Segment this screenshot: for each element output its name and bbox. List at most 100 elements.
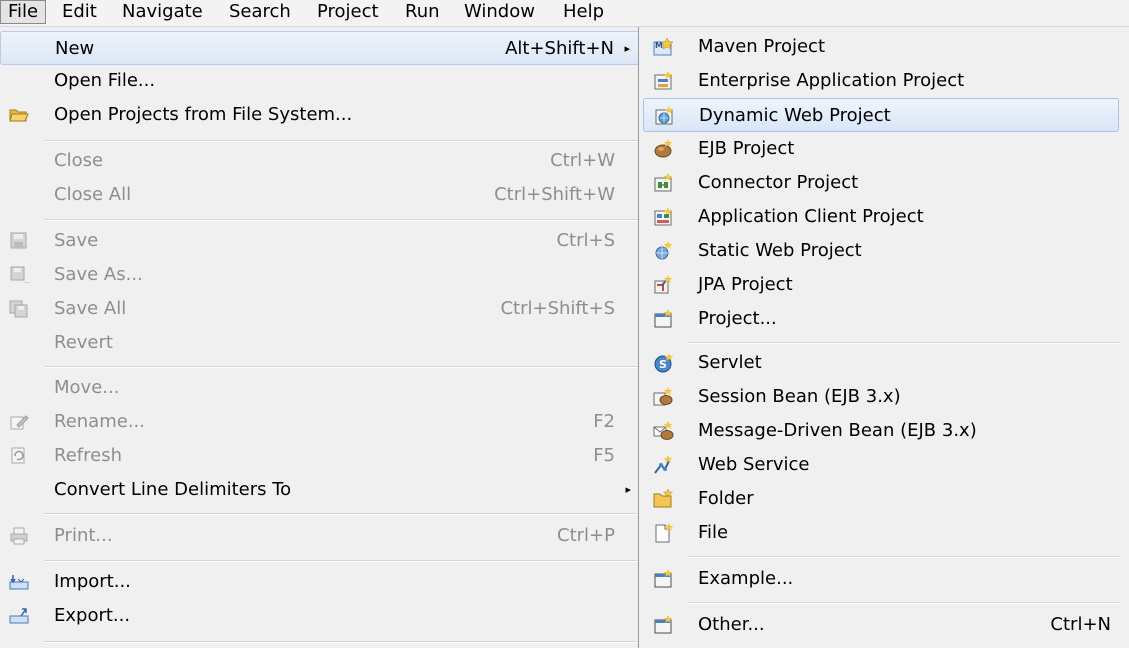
submenu-item-label: JPA Project [698,274,793,295]
menu-separator [44,513,640,515]
menu-item-label: Close [54,150,104,171]
submenu-item-static-web-project[interactable]: Static Web Project [643,234,1119,268]
example-icon [653,569,675,589]
project-icon [653,309,675,329]
submenu-item-jpa-project[interactable]: JPA Project [643,268,1119,302]
submenu-item-label: Static Web Project [698,240,862,261]
menu-item-print[interactable]: Print... Ctrl+P [0,519,640,553]
submenu-item-project[interactable]: Project... [643,302,1119,336]
menu-item-convert-line-delimiters[interactable]: Convert Line Delimiters To ▸ [0,473,640,507]
menu-item-label: New [55,38,95,59]
submenu-item-label: Connector Project [698,172,859,193]
folder-open-icon [9,106,29,124]
submenu-item-message-driven-bean[interactable]: Message-Driven Bean (EJB 3.x) [643,414,1119,448]
menu-item-accelerator: Ctrl+W [550,150,615,171]
menu-item-open-projects[interactable]: Open Projects from File System... [0,98,640,132]
submenu-item-servlet[interactable]: S Servlet [643,346,1119,380]
other-wizard-icon [653,615,675,635]
menu-item-accelerator: Alt+Shift+N [505,38,614,59]
submenu-item-maven-project[interactable]: M Maven Project [643,30,1119,64]
static-web-project-icon [653,241,675,261]
menu-file[interactable]: File [0,0,47,24]
submenu-item-label: EJB Project [698,138,795,159]
menu-item-rename[interactable]: Rename... F2 [0,405,640,439]
menu-edit[interactable]: Edit [55,0,104,24]
submenu-item-folder[interactable]: Folder [643,482,1119,516]
submenu-item-app-client-project[interactable]: Application Client Project [643,200,1119,234]
menu-item-save-as[interactable]: ... Save As... [0,258,640,292]
menu-item-export[interactable]: Export... [0,599,640,633]
menu-item-open-file[interactable]: Open File... [0,64,640,98]
submenu-item-web-service[interactable]: Web Service [643,448,1119,482]
submenu-item-file[interactable]: File [643,516,1119,550]
submenu-item-label: Project... [698,308,777,329]
submenu-item-connector-project[interactable]: Connector Project [643,166,1119,200]
menu-item-close[interactable]: Close Ctrl+W [0,144,640,178]
menu-item-revert[interactable]: Revert [0,326,640,360]
enterprise-app-project-icon [653,71,675,91]
submenu-item-label: File [698,522,729,543]
menu-item-accelerator: Ctrl+N [1050,614,1111,635]
dynamic-web-project-icon [654,106,676,126]
submenu-arrow-icon: ▸ [625,483,631,496]
menu-item-label: Revert [54,332,113,353]
submenu-arrow-icon: ▸ [624,42,630,55]
submenu-item-dynamic-web-project[interactable]: Dynamic Web Project [643,98,1119,132]
menu-separator [687,556,1120,558]
submenu-item-example[interactable]: Example... [643,562,1119,596]
menu-item-refresh[interactable]: Refresh F5 [0,439,640,473]
print-icon [9,527,29,545]
menu-item-save-all[interactable]: Save All Ctrl+Shift+S [0,292,640,326]
new-submenu: M Maven Project Enterprise Application P… [638,27,1129,648]
svg-text:...: ... [23,277,29,284]
submenu-item-other[interactable]: Other... Ctrl+N [643,608,1119,642]
menu-item-close-all[interactable]: Close All Ctrl+Shift+W [0,178,640,212]
menu-separator [44,140,640,142]
import-icon [9,573,29,591]
menu-window[interactable]: Window [457,0,542,24]
maven-project-icon: M [653,37,675,57]
web-service-icon [653,455,675,475]
menu-project[interactable]: Project [310,0,386,24]
submenu-item-enterprise-app-project[interactable]: Enterprise Application Project [643,64,1119,98]
menu-separator [44,219,640,221]
menu-bar: File Edit Navigate Search Project Run Wi… [0,0,1129,27]
menu-separator [44,366,640,368]
menu-item-new[interactable]: New Alt+Shift+N ▸ [0,31,640,65]
save-icon [9,232,29,250]
message-driven-bean-icon [653,421,675,441]
menu-item-label: Print... [54,525,113,546]
submenu-item-label: Folder [698,488,754,509]
menu-item-accelerator: Ctrl+Shift+S [500,298,615,319]
menu-item-label: Close All [54,184,132,205]
folder-icon [653,489,675,509]
menu-item-label: Save [54,230,99,251]
save-as-icon: ... [9,266,29,284]
menu-search[interactable]: Search [222,0,298,24]
menu-separator [44,560,640,562]
connector-project-icon [653,173,675,193]
menu-item-import[interactable]: Import... [0,565,640,599]
save-all-icon [9,300,29,318]
svg-text:S: S [659,358,667,371]
menu-navigate[interactable]: Navigate [115,0,210,24]
jpa-project-icon [653,275,675,295]
menu-item-accelerator: Ctrl+P [557,525,615,546]
menu-separator [44,641,640,643]
menu-help[interactable]: Help [556,0,611,24]
menu-separator [687,602,1120,604]
submenu-item-session-bean[interactable]: Session Bean (EJB 3.x) [643,380,1119,414]
menu-item-label: Move... [54,377,120,398]
menu-item-accelerator: F5 [593,445,615,466]
submenu-item-label: Other... [698,614,765,635]
menu-item-save[interactable]: Save Ctrl+S [0,224,640,258]
servlet-icon: S [653,353,675,373]
submenu-item-label: Message-Driven Bean (EJB 3.x) [698,420,977,441]
menu-item-label: Save As... [54,264,143,285]
menu-item-move[interactable]: Move... [0,371,640,405]
menu-run[interactable]: Run [398,0,447,24]
menu-item-label: Rename... [54,411,145,432]
submenu-item-ejb-project[interactable]: EJB Project [643,132,1119,166]
submenu-item-label: Example... [698,568,794,589]
submenu-item-label: Application Client Project [698,206,924,227]
